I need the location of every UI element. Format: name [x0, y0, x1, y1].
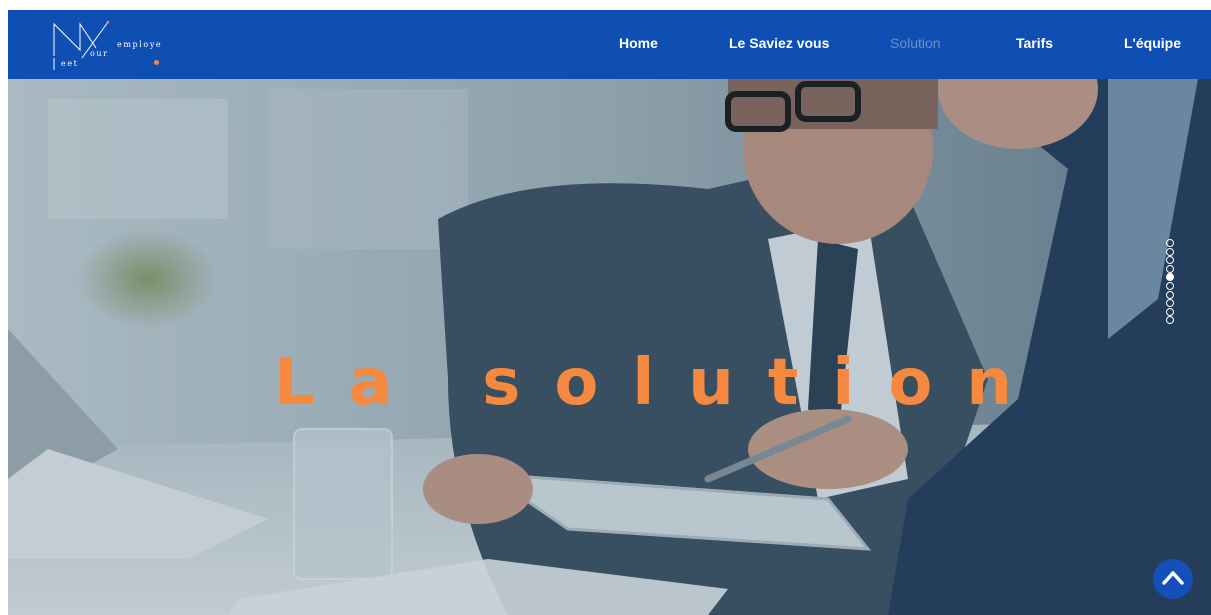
section-dot[interactable]	[1166, 316, 1174, 325]
section-dot[interactable]	[1166, 281, 1174, 290]
site-header: employe our eet Home Le Saviez vous Solu…	[8, 10, 1211, 79]
page-frame: employe our eet Home Le Saviez vous Solu…	[8, 10, 1211, 615]
section-dot[interactable]	[1166, 307, 1174, 316]
section-dot[interactable]	[1166, 247, 1174, 256]
section-dot[interactable]	[1166, 239, 1174, 247]
section-dot[interactable]	[1166, 256, 1174, 265]
main-nav: Home Le Saviez vous Solution Tarifs L'éq…	[8, 10, 1211, 79]
section-dot[interactable]	[1166, 299, 1174, 308]
chevron-up-icon	[1162, 571, 1184, 585]
hero-section: La solution	[8, 79, 1211, 615]
section-dots-nav	[1166, 239, 1180, 325]
scroll-to-top-button[interactable]	[1153, 559, 1193, 599]
section-dot[interactable]	[1166, 264, 1174, 273]
nav-tarifs[interactable]: Tarifs	[1016, 35, 1053, 51]
nav-equipe[interactable]: L'équipe	[1124, 35, 1181, 51]
nav-solution[interactable]: Solution	[890, 35, 941, 51]
nav-home[interactable]: Home	[619, 35, 658, 51]
section-dot-active[interactable]	[1166, 273, 1174, 282]
hero-title: La solution	[274, 346, 1046, 420]
nav-le-saviez-vous[interactable]: Le Saviez vous	[729, 35, 829, 51]
section-dot[interactable]	[1166, 290, 1174, 299]
